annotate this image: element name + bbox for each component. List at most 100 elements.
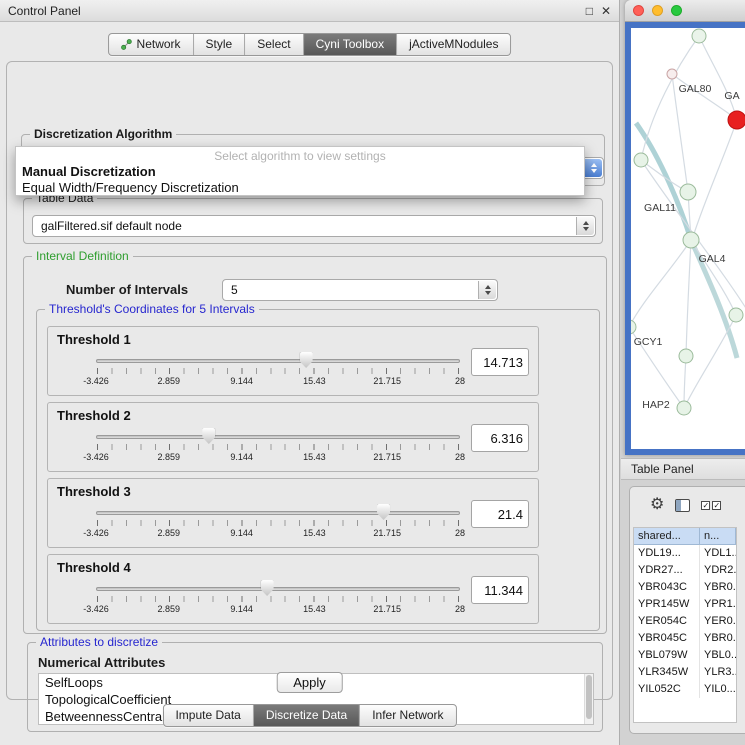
traffic-light-close-icon[interactable] <box>633 5 644 16</box>
tab-select[interactable]: Select <box>245 34 303 55</box>
table-cell[interactable]: YLR3... <box>700 664 736 681</box>
network-canvas[interactable]: GAL80GAGAL11GAL4GCY1HAP2 <box>631 28 745 449</box>
slider-tick-labels: -3.4262.8599.14415.4321.71528 <box>96 376 460 387</box>
threshold-slider[interactable]: -3.4262.8599.14415.4321.71528 <box>96 579 460 621</box>
threshold-slider[interactable]: -3.4262.8599.14415.4321.71528 <box>96 427 460 469</box>
slider-track[interactable] <box>96 587 460 591</box>
table-row[interactable]: YIL052CYIL0... <box>634 681 736 698</box>
table-cell[interactable]: YDL1... <box>700 545 736 562</box>
control-panel-titlebar: Control Panel □ ✕ <box>0 0 619 22</box>
tab-discretize-data[interactable]: Discretize Data <box>254 705 360 726</box>
table-cell[interactable]: YBR0... <box>700 630 736 647</box>
combobox-stepper-icon[interactable] <box>576 217 594 235</box>
slider-thumb[interactable] <box>261 580 274 596</box>
tab-cyni-toolbox[interactable]: Cyni Toolbox <box>304 34 397 55</box>
column-header-shared-name[interactable]: shared... <box>634 528 700 545</box>
table-cell[interactable]: YPR145W <box>634 596 700 613</box>
combobox-stepper-icon[interactable] <box>478 281 496 299</box>
tick-label: -3.426 <box>83 528 109 538</box>
network-node[interactable] <box>729 308 743 322</box>
network-node[interactable] <box>728 111 745 129</box>
network-node[interactable] <box>667 69 677 79</box>
table-row[interactable]: YLR345WYLR3... <box>634 664 736 681</box>
threshold-slider[interactable]: -3.4262.8599.14415.4321.71528 <box>96 503 460 545</box>
table-cell[interactable]: YIL0... <box>700 681 736 698</box>
network-node[interactable] <box>679 349 693 363</box>
threshold-slider[interactable]: -3.4262.8599.14415.4321.71528 <box>96 351 460 393</box>
network-node[interactable] <box>634 153 648 167</box>
tab-infer-network[interactable]: Infer Network <box>360 705 455 726</box>
table-cell[interactable]: YBR043C <box>634 579 700 596</box>
table-cell[interactable]: YPR1... <box>700 596 736 613</box>
table-cell[interactable]: YBR045C <box>634 630 700 647</box>
table-cell[interactable]: YBL0... <box>700 647 736 664</box>
gear-icon[interactable]: ⚙ <box>650 497 664 513</box>
tab-jactivemnodules[interactable]: jActiveMNodules <box>397 34 510 55</box>
traffic-light-minimize-icon[interactable] <box>652 5 663 16</box>
tick-label: 9.144 <box>230 452 253 462</box>
threshold-value-field[interactable] <box>471 500 529 528</box>
tab-impute-data[interactable]: Impute Data <box>163 705 253 726</box>
table-row[interactable]: YBR045CYBR0... <box>634 630 736 647</box>
number-of-intervals-combobox[interactable]: 5 <box>222 279 498 301</box>
table-row[interactable]: YBL079WYBL0... <box>634 647 736 664</box>
table-panel-window: ⚙ ✓ ✓ shared... n... YDL19...YDL1...YDR2… <box>629 486 745 734</box>
slider-thumb[interactable] <box>202 428 215 444</box>
tick-label: 28 <box>455 452 465 462</box>
dropdown-option-equal-width-frequency[interactable]: Equal Width/Frequency Discretization <box>16 180 584 196</box>
slider-tick-labels: -3.4262.8599.14415.4321.71528 <box>96 604 460 615</box>
checkbox-icon[interactable]: ✓ <box>712 501 721 510</box>
apply-button[interactable]: Apply <box>276 672 343 693</box>
table-cell[interactable]: YBR0... <box>700 579 736 596</box>
table-row[interactable]: YPR145WYPR1... <box>634 596 736 613</box>
arrow-down-icon <box>583 227 589 231</box>
table-row[interactable]: YER054CYER0... <box>634 613 736 630</box>
network-node[interactable] <box>692 29 706 43</box>
traffic-light-zoom-icon[interactable] <box>671 5 682 16</box>
threshold-value-field[interactable] <box>471 348 529 376</box>
threshold-3-panel: Threshold 3 -3.4262.8599.14415.4321.7152… <box>47 478 539 548</box>
slider-track[interactable] <box>96 435 460 439</box>
checkbox-icon[interactable]: ✓ <box>701 501 710 510</box>
node-label: GAL11 <box>644 202 676 214</box>
threshold-value-field[interactable] <box>471 576 529 604</box>
network-node[interactable] <box>677 401 691 415</box>
network-node[interactable] <box>680 184 696 200</box>
table-row[interactable]: YDR27...YDR2... <box>634 562 736 579</box>
table-cell[interactable]: YIL052C <box>634 681 700 698</box>
node-table: shared... n... YDL19...YDL1...YDR27...YD… <box>633 527 737 723</box>
table-data-combobox[interactable]: galFiltered.sif default node <box>32 215 596 237</box>
table-cell[interactable]: YBL079W <box>634 647 700 664</box>
slider-track[interactable] <box>96 359 460 363</box>
table-cell[interactable]: YLR345W <box>634 664 700 681</box>
table-cell[interactable]: YDL19... <box>634 545 700 562</box>
table-cell[interactable]: YER054C <box>634 613 700 630</box>
slider-thumb[interactable] <box>300 352 313 368</box>
network-node[interactable] <box>631 320 636 334</box>
network-graph[interactable]: GAL80GAGAL11GAL4GCY1HAP2 <box>631 28 745 449</box>
tab-network[interactable]: Network <box>109 34 194 55</box>
tab-style[interactable]: Style <box>194 34 246 55</box>
table-columns-icon[interactable] <box>675 499 690 512</box>
table-cell[interactable]: YDR2... <box>700 562 736 579</box>
table-cell[interactable]: YER0... <box>700 613 736 630</box>
slider-track[interactable] <box>96 511 460 515</box>
threshold-value-field[interactable] <box>471 424 529 452</box>
combobox-stepper-icon[interactable] <box>584 159 602 177</box>
network-edge <box>686 240 691 356</box>
select-all-icons[interactable]: ✓ ✓ <box>701 501 721 510</box>
table-cell[interactable]: YDR27... <box>634 562 700 579</box>
node-label: HAP2 <box>642 399 670 411</box>
slider-thumb[interactable] <box>377 504 390 520</box>
tick-label: 15.43 <box>303 376 326 386</box>
float-window-icon[interactable]: □ <box>586 4 593 18</box>
network-focus-border: GAL80GAGAL11GAL4GCY1HAP2 <box>625 22 745 455</box>
scrollbar-thumb[interactable] <box>586 675 592 719</box>
column-header-name[interactable]: n... <box>700 528 736 545</box>
network-node[interactable] <box>683 232 699 248</box>
table-row[interactable]: YBR043CYBR0... <box>634 579 736 596</box>
attributes-scrollbar[interactable] <box>584 674 593 724</box>
table-row[interactable]: YDL19...YDL1... <box>634 545 736 562</box>
close-window-icon[interactable]: ✕ <box>601 4 611 18</box>
dropdown-option-manual-discretization[interactable]: Manual Discretization <box>16 164 584 180</box>
